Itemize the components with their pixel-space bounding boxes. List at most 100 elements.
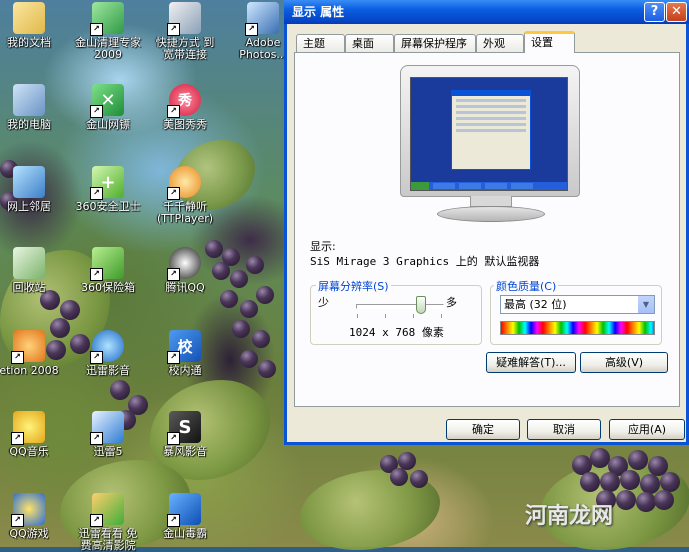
desktop-icon-kingsoft-cleaner[interactable]: ↗ 金山清理专家 2009: [71, 2, 145, 61]
monitor-screen: [410, 77, 568, 191]
wallpaper-grape: [654, 490, 674, 510]
tab-themes[interactable]: 主题: [296, 34, 345, 52]
desktop-icon-360-safebox[interactable]: ↗ 360保险箱: [71, 247, 145, 294]
meitu-icon: 秀 ↗: [167, 84, 201, 118]
advanced-button[interactable]: 高级(V): [580, 352, 668, 373]
wallpaper-grape: [240, 350, 258, 368]
preview-taskbar-item: [433, 183, 455, 189]
tab-desktop[interactable]: 桌面: [345, 34, 394, 52]
help-button[interactable]: ?: [644, 2, 665, 22]
desktop-icon-qq-games[interactable]: ↗ QQ游戏: [0, 493, 66, 540]
shortcut-arrow-icon: ↗: [167, 187, 180, 200]
watermark-text: 河南龙网: [525, 504, 614, 529]
display-label: 显示:: [310, 240, 336, 253]
shortcut-arrow-icon: ↗: [90, 514, 103, 527]
shortcut-arrow-icon: ↗: [167, 268, 180, 281]
shortcut-arrow-icon: ↗: [90, 351, 103, 364]
shortcut-arrow-icon: ↗: [11, 351, 24, 364]
chevron-down-icon[interactable]: ▼: [637, 296, 654, 313]
shortcut-arrow-icon: ↗: [167, 514, 180, 527]
computer-icon: [13, 84, 45, 116]
tab-appearance[interactable]: 外观: [476, 34, 524, 52]
desktop-icon-xiaoneitong[interactable]: 校 ↗ 校内通: [148, 330, 222, 377]
wallpaper-grape: [230, 270, 248, 288]
desktop-icon-label: 迅雷影音: [86, 364, 130, 377]
desktop-icon-tencent-qq[interactable]: ↗ 腾讯QQ: [148, 247, 222, 294]
desktop-icon-label: 迅雷看看 免 费高清影院: [78, 527, 138, 552]
desktop-icon-label: 金山网镖: [86, 118, 130, 131]
desktop-icon-xunlei-5[interactable]: ↗ 迅雷5: [71, 411, 145, 458]
shortcut-arrow-icon: ↗: [167, 432, 180, 445]
color-quality-selected: 最高 (32 位): [504, 298, 567, 311]
desktop-icon-baofeng[interactable]: S ↗ 暴风影音: [148, 411, 222, 458]
recycle-bin-icon: [13, 247, 45, 279]
desktop-icon-kingsoft-antivirus[interactable]: ↗ 金山毒霸: [148, 493, 222, 540]
resolution-slider-thumb[interactable]: [415, 296, 426, 314]
desktop-icon-recycle-bin[interactable]: 回收站: [0, 247, 66, 294]
desktop-icon-label: 暴风影音: [163, 445, 207, 458]
color-quality-select[interactable]: 最高 (32 位) ▼: [500, 295, 655, 314]
monitor-base: [437, 206, 545, 222]
color-quality-group-label: 颜色质量(C): [494, 278, 559, 294]
close-button[interactable]: ✕: [666, 2, 687, 22]
cancel-button[interactable]: 取消: [527, 419, 601, 440]
shortcut-arrow-icon: ↗: [90, 187, 103, 200]
desktop-icon-meitu[interactable]: 秀 ↗ 美图秀秀: [148, 84, 222, 131]
preview-taskbar-item: [511, 183, 533, 189]
slider-tick: [413, 314, 414, 318]
tab-screensaver[interactable]: 屏幕保护程序: [394, 34, 476, 52]
resolution-slider-track[interactable]: [356, 304, 444, 309]
tab-settings[interactable]: 设置: [524, 31, 575, 53]
preview-line: [456, 105, 526, 108]
wallpaper-grape: [110, 380, 130, 400]
dialog-titlebar[interactable]: 显示 属性: [284, 0, 689, 24]
app-icon: ↗: [11, 330, 45, 364]
preview-taskbar-item: [459, 183, 481, 189]
shortcut-arrow-icon: ↗: [167, 23, 180, 36]
wallpaper-grape: [410, 470, 428, 488]
desktop-icon-label: 腾讯QQ: [165, 281, 205, 294]
wallpaper-grape: [258, 360, 276, 378]
wallpaper-grape: [252, 330, 270, 348]
preview-line: [456, 117, 526, 120]
desktop-icon-network-places[interactable]: 网上邻居: [0, 166, 66, 213]
wallpaper-grape: [246, 256, 264, 274]
desktop-icon-etion-2008[interactable]: ↗ etion 2008: [0, 330, 66, 377]
desktop-icon-360-safeguard[interactable]: + ↗ 360安全卫士: [71, 166, 145, 213]
wallpaper-grape: [660, 472, 680, 492]
color-spectrum-bar: [500, 321, 655, 335]
troubleshoot-button[interactable]: 疑难解答(T)...: [486, 352, 576, 373]
resolution-less-label: 少: [318, 296, 329, 309]
desktop-icon-kingsoft-firewall[interactable]: ✕ ↗ 金山网镖: [71, 84, 145, 131]
firewall-icon: ✕ ↗: [90, 84, 124, 118]
wallpaper-grape: [232, 320, 250, 338]
network-icon: [13, 166, 45, 198]
apply-button[interactable]: 应用(A): [609, 419, 685, 440]
headphones-icon: ↗: [167, 166, 201, 200]
wallpaper-grape: [580, 472, 600, 492]
desktop-icon-my-documents[interactable]: 我的文档: [0, 2, 66, 49]
desktop-icon-xunlei-player[interactable]: ↗ 迅雷影音: [71, 330, 145, 377]
shortcut-arrow-icon: ↗: [167, 105, 180, 118]
network-connection-icon: ↗: [167, 2, 201, 36]
shortcut-arrow-icon: ↗: [167, 351, 180, 364]
wallpaper-grape: [620, 470, 640, 490]
desktop-icon-my-computer[interactable]: 我的电脑: [0, 84, 66, 131]
resolution-more-label: 多: [446, 296, 457, 309]
desktop-icon-ttplayer[interactable]: ↗ 千千静听 (TTPlayer): [148, 166, 222, 225]
ok-button[interactable]: 确定: [446, 419, 520, 440]
desktop-icon-label: 360安全卫士: [75, 200, 141, 213]
safebox-icon: ↗: [90, 247, 124, 281]
wallpaper-grape: [60, 300, 80, 320]
desktop-icon-label: 360保险箱: [81, 281, 135, 294]
desktop-icon-label: 迅雷5: [93, 445, 123, 458]
desktop-icon-xunlei-kankan[interactable]: ↗ 迅雷看看 免 费高清影院: [71, 493, 145, 552]
wallpaper-grape: [600, 472, 620, 492]
wallpaper-grape: [240, 300, 258, 318]
xiaoneitong-icon: 校 ↗: [167, 330, 201, 364]
desktop-icon-qq-music[interactable]: ↗ QQ音乐: [0, 411, 66, 458]
wallpaper-grape: [590, 448, 610, 468]
preview-line: [456, 111, 526, 114]
desktop-icon-broadband-shortcut[interactable]: ↗ 快捷方式 到 宽带连接: [148, 2, 222, 61]
resolution-value: 1024 x 768 像素: [349, 326, 444, 339]
